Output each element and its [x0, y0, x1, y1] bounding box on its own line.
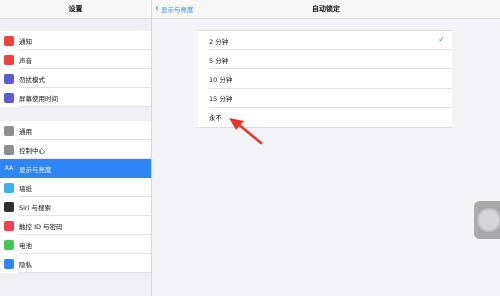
- option-label: 2 分钟: [209, 37, 229, 46]
- hand-icon: [4, 258, 14, 269]
- notifications-icon: [4, 35, 14, 46]
- sidebar-item[interactable]: Siri 与搜索: [0, 197, 151, 216]
- sidebar-item-label: 控制中心: [19, 146, 45, 155]
- moon-icon: [4, 73, 14, 84]
- auto-lock-option[interactable]: 10 分钟: [198, 69, 452, 89]
- control-center-icon: [4, 144, 14, 155]
- sidebar-group-2: 通用控制中心 AA 显示与亮度墙纸 Siri 与搜索触控 ID 与密码 电池隐私: [0, 121, 151, 273]
- detail-pane: ‹ 显示与亮度 自动锁定 2 分钟 ✓ 5 分钟 10 分钟 15 分钟永不: [152, 0, 500, 296]
- option-label: 5 分钟: [209, 56, 229, 65]
- auto-lock-options: 2 分钟 ✓ 5 分钟 10 分钟 15 分钟永不: [198, 30, 452, 128]
- checkmark-icon: ✓: [438, 35, 445, 44]
- assistive-touch-icon: [479, 210, 499, 230]
- assistive-touch-button[interactable]: [474, 201, 500, 239]
- sidebar-item-label: 通知: [19, 37, 32, 46]
- hourglass-icon: [4, 92, 14, 103]
- option-label: 永不: [209, 114, 222, 123]
- option-label: 10 分钟: [209, 75, 233, 84]
- divider: [19, 106, 151, 107]
- auto-lock-option[interactable]: 5 分钟: [198, 50, 452, 70]
- battery-icon: [4, 239, 14, 250]
- sidebar-item-label: 触控 ID 与密码: [19, 222, 63, 231]
- sidebar-item-label: 勿扰模式: [19, 75, 45, 84]
- sidebar-group-1: 通知声音勿扰模式屏幕使用时间: [0, 31, 151, 107]
- wallpaper-icon: [4, 182, 14, 193]
- sidebar-item[interactable]: AA 显示与亮度: [0, 159, 151, 178]
- sounds-icon: [4, 54, 14, 65]
- sidebar-item[interactable]: 通用: [0, 121, 151, 140]
- auto-lock-option[interactable]: 15 分钟: [198, 89, 452, 108]
- sidebar-item-label: 通用: [19, 127, 32, 136]
- option-label: 15 分钟: [209, 95, 233, 104]
- auto-lock-option[interactable]: 2 分钟 ✓: [198, 31, 452, 51]
- sidebar-item-label: 显示与亮度: [19, 165, 52, 174]
- sidebar-item-label: 墙纸: [19, 184, 32, 193]
- sidebar-item[interactable]: 隐私: [0, 254, 151, 273]
- siri-icon: [4, 201, 14, 212]
- auto-lock-option[interactable]: 永不: [198, 108, 452, 127]
- sidebar-item[interactable]: 电池: [0, 235, 151, 254]
- settings-sidebar: 设置 通知声音勿扰模式屏幕使用时间 通用控制中心 AA 显示与亮度墙纸 Siri 与搜…: [0, 0, 152, 296]
- page-title: 自动锁定: [312, 5, 340, 13]
- sidebar-item[interactable]: 控制中心: [0, 140, 151, 159]
- fingerprint-icon: [4, 220, 14, 231]
- sidebar-item-label: 电池: [19, 241, 32, 250]
- sidebar-item-label: 声音: [19, 56, 32, 65]
- display-brightness-icon: AA: [4, 163, 14, 174]
- gear-icon: [4, 125, 14, 136]
- sidebar-item[interactable]: 声音: [0, 50, 151, 69]
- sidebar-item-label: 隐私: [19, 260, 32, 269]
- sidebar-item-label: 屏幕使用时间: [19, 94, 58, 103]
- divider: [19, 272, 151, 273]
- sidebar-item[interactable]: 勿扰模式: [0, 69, 151, 88]
- sidebar-item[interactable]: 通知: [0, 31, 151, 50]
- sidebar-item-label: Siri 与搜索: [19, 203, 51, 212]
- sidebar-item[interactable]: 触控 ID 与密码: [0, 216, 151, 235]
- nav-bar: ‹ 显示与亮度 自动锁定: [152, 0, 500, 19]
- sidebar-item[interactable]: 屏幕使用时间: [0, 88, 151, 107]
- sidebar-title: 设置: [0, 0, 151, 19]
- sidebar-item[interactable]: 墙纸: [0, 178, 151, 197]
